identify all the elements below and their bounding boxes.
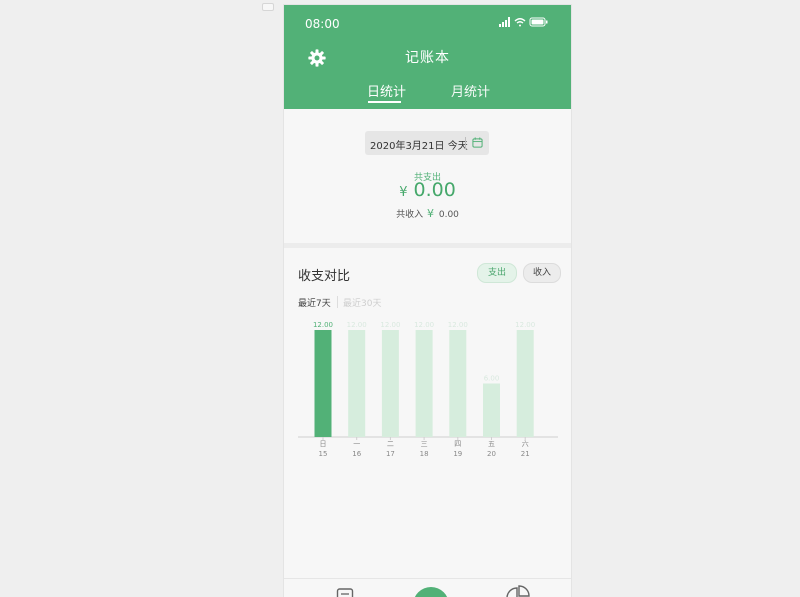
weekday-tick-label: 二: [387, 440, 394, 448]
weekday-tick-label: 三: [421, 440, 428, 448]
date-tick-label: 20: [487, 450, 496, 458]
bar-value-label: 12.00: [313, 321, 333, 329]
income-expense-comparison: 收支对比 支出 收入 最近7天 最近30天 12.00 日 15 12.00 一 16 12…: [284, 248, 571, 578]
bar-value-label: 12.00: [448, 321, 468, 329]
chart-bar: [314, 330, 332, 437]
app-title: 记账本: [405, 50, 450, 66]
chart-bar: [348, 330, 366, 437]
date-tick-label: 17: [386, 450, 395, 458]
wifi-icon: [514, 18, 526, 27]
date-tick-label: 21: [521, 450, 530, 458]
chart-bar: [415, 330, 433, 437]
expense-value: 0.00: [413, 179, 456, 201]
daily-summary: 2020年3月21日 今天 共支出 ¥0.00 共收入 ¥ 0.00: [284, 109, 571, 243]
income-toggle-button[interactable]: 收入: [523, 263, 561, 283]
bar-value-label: 6.00: [484, 375, 500, 383]
weekday-tick-label: 一: [353, 440, 360, 448]
section-title: 收支对比: [298, 269, 351, 284]
calendar-icon[interactable]: [472, 137, 483, 148]
edit-icon: [413, 587, 449, 597]
signal-icon: [499, 17, 510, 27]
expense-bar-chart: 12.00 日 15 12.00 一 16 12.00 二 17 12.00 三 18 12.00 四 19…: [298, 321, 558, 458]
phone-screen: 08:00 记账本 日统计 月统计 2020年3月21日 今天 共支出 ¥ 0.…: [284, 5, 571, 597]
expense-toggle-button[interactable]: 支出: [477, 263, 517, 283]
status-icons: [499, 17, 548, 27]
app-header: 08:00 记账本 日统计 月统计: [284, 5, 571, 109]
bar-value-label: 12.00: [380, 321, 400, 329]
status-time: 08:00: [305, 17, 340, 31]
date-tick-label: 15: [319, 450, 328, 458]
currency-symbol: ¥: [399, 185, 408, 200]
weekday-tick-label: 五: [488, 440, 495, 448]
weekday-tick-label: 六: [522, 439, 529, 448]
bar-value-label: 12.00: [347, 321, 367, 329]
selected-date: 2020年3月21日: [370, 141, 445, 152]
date-divider: [465, 137, 466, 149]
range-last-7-days[interactable]: 最近7天: [298, 296, 331, 309]
bar-value-label: 12.00: [414, 321, 434, 329]
date-picker[interactable]: 2020年3月21日 今天: [365, 131, 489, 155]
date-tick-label: 19: [453, 450, 462, 458]
income-value: 0.00: [438, 210, 459, 220]
active-tab-indicator: [368, 101, 401, 103]
bar-value-label: 12.00: [515, 321, 535, 329]
add-record-button[interactable]: [413, 587, 449, 597]
chart-bar: [483, 383, 500, 437]
range-last-30-days[interactable]: 最近30天: [343, 296, 381, 309]
chart-bar: [449, 330, 467, 437]
income-currency-symbol: ¥: [426, 207, 434, 220]
date-tick-label: 18: [420, 450, 429, 458]
range-divider: [337, 296, 338, 308]
chart-bar: [516, 330, 534, 437]
bill-icon[interactable]: [336, 588, 354, 597]
window-corner-mark: [262, 3, 274, 11]
chart-bar: [381, 330, 399, 437]
tab-monthly-stats[interactable]: 月统计: [451, 81, 490, 100]
bottom-navigation: [284, 578, 571, 597]
pie-chart-icon[interactable]: [506, 585, 530, 597]
battery-icon: [529, 17, 548, 27]
date-tick-label: 16: [352, 450, 361, 458]
date-text: 2020年3月21日 今天: [370, 137, 468, 152]
total-expense-amount: ¥0.00: [284, 179, 571, 201]
total-income: 共收入 ¥ 0.00: [284, 207, 571, 220]
weekday-tick-label: 日: [320, 440, 327, 448]
total-income-label: 共收入: [396, 210, 424, 220]
tab-daily-stats[interactable]: 日统计: [367, 81, 406, 100]
weekday-tick-label: 四: [454, 440, 461, 448]
